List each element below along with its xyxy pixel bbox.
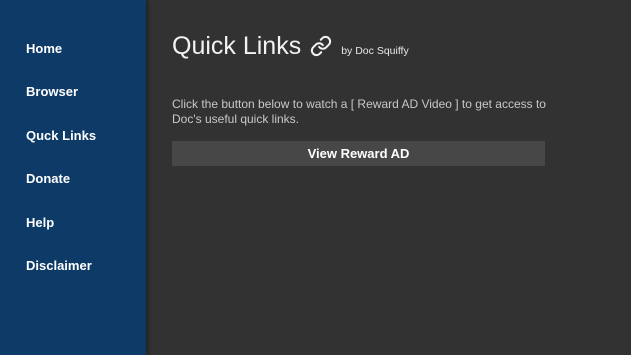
link-icon [310,35,332,57]
sidebar-item-help[interactable]: Help [26,215,54,231]
sidebar-item-browser[interactable]: Browser [26,84,78,100]
view-reward-ad-button[interactable]: View Reward AD [172,141,545,166]
sidebar: Home Browser Quck Links Donate Help Disc… [0,0,146,355]
description-text: Click the button below to watch a [ Rewa… [172,97,546,126]
app-window: Home Browser Quck Links Donate Help Disc… [0,0,631,355]
sidebar-item-donate[interactable]: Donate [26,171,70,187]
main-content: Quick Links by Doc Squiffy Click the but… [146,0,631,355]
sidebar-item-disclaimer[interactable]: Disclaimer [26,258,92,274]
sidebar-item-quick-links[interactable]: Quck Links [26,128,96,144]
author-label: by Doc Squiffy [341,45,409,57]
title-row: Quick Links by Doc Squiffy [172,32,409,60]
page-title: Quick Links [172,32,302,60]
sidebar-item-home[interactable]: Home [26,41,62,57]
